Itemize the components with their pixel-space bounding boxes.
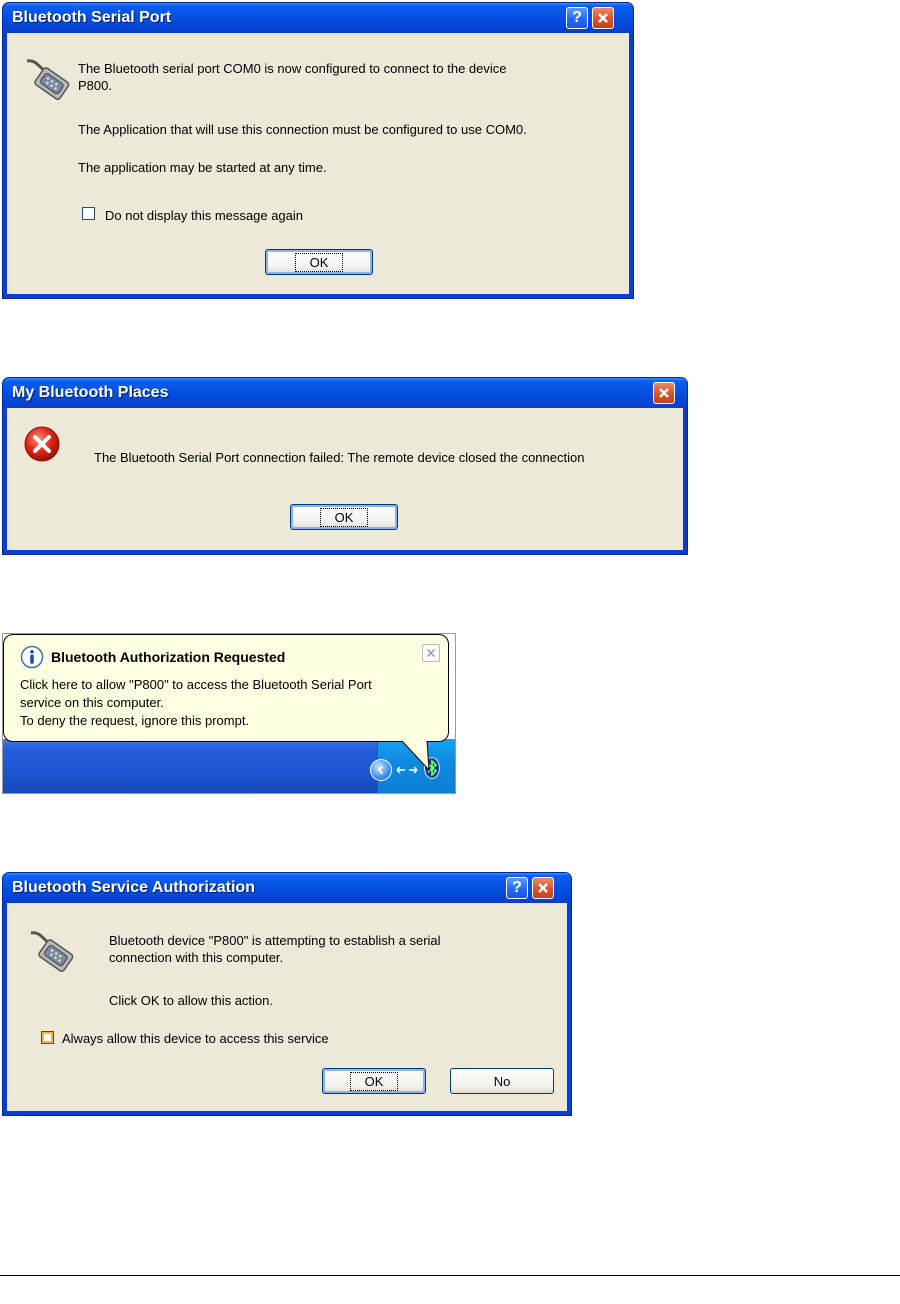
ok-button[interactable]: OK: [290, 504, 398, 530]
page-footer-rule: [0, 1275, 900, 1276]
close-icon: [426, 648, 436, 658]
balloon-title: Bluetooth Authorization Requested: [51, 649, 286, 665]
balloon-line-3: To deny the request, ignore this prompt.: [20, 713, 250, 728]
do-not-display-checkbox[interactable]: [82, 207, 95, 220]
title-bar[interactable]: Bluetooth Service Authorization ?: [3, 873, 571, 903]
notification-area-capture: Bluetooth Authorization Requested Click …: [2, 633, 456, 794]
ok-button-label: OK: [349, 1071, 399, 1091]
chevron-left-icon: [377, 765, 384, 775]
close-button[interactable]: [592, 7, 614, 29]
ok-button-label: OK: [319, 507, 369, 527]
ok-button-label: OK: [294, 252, 344, 272]
always-allow-checkbox[interactable]: [41, 1031, 54, 1044]
balloon-line-1: Click here to allow "P800" to access the…: [20, 677, 372, 692]
title-bar[interactable]: Bluetooth Serial Port ?: [3, 3, 633, 33]
taskbar: [3, 739, 455, 793]
message-line-2: P800.: [78, 78, 112, 93]
help-button[interactable]: ?: [506, 877, 528, 899]
info-icon: [20, 645, 44, 669]
message-line-2: connection with this computer.: [109, 950, 284, 965]
close-icon: [598, 13, 608, 23]
help-button[interactable]: ?: [566, 7, 588, 29]
dialog-title: Bluetooth Service Authorization: [12, 879, 255, 896]
always-allow-label[interactable]: Always allow this device to access this …: [62, 1031, 329, 1046]
balloon-line-2: service on this computer.: [20, 695, 164, 710]
title-bar[interactable]: My Bluetooth Places: [3, 378, 687, 408]
dialog-body: Bluetooth device "P800" is attempting to…: [7, 903, 567, 1111]
error-icon: [24, 426, 60, 462]
ok-button[interactable]: OK: [265, 249, 373, 275]
close-button[interactable]: [653, 382, 675, 404]
close-button[interactable]: [532, 877, 554, 899]
do-not-display-label[interactable]: Do not display this message again: [105, 208, 303, 223]
serial-port-dialog: Bluetooth Serial Port ? The Bluetooth se…: [2, 2, 634, 299]
message-line-3: Click OK to allow this action.: [109, 993, 274, 1008]
no-button[interactable]: No: [450, 1068, 554, 1094]
service-authorization-dialog: Bluetooth Service Authorization ? Blueto…: [2, 872, 572, 1116]
close-icon: [659, 388, 669, 398]
serial-port-icon: [30, 931, 74, 972]
show-hidden-icons-button[interactable]: [370, 759, 392, 781]
balloon-pointer: [401, 738, 430, 772]
message-line-4: The application may be started at any ti…: [78, 160, 327, 175]
dialog-title: My Bluetooth Places: [12, 384, 169, 401]
bluetooth-places-dialog: My Bluetooth Places The Bluetooth Serial…: [2, 377, 688, 555]
ok-button[interactable]: OK: [322, 1068, 426, 1094]
no-button-label: No: [493, 1073, 511, 1089]
dialog-title: Bluetooth Serial Port: [12, 9, 172, 26]
balloon-close-button[interactable]: [422, 644, 440, 662]
authorization-balloon[interactable]: Bluetooth Authorization Requested Click …: [3, 634, 449, 742]
serial-port-icon: [26, 59, 70, 100]
message-line-1: The Bluetooth serial port COM0 is now co…: [78, 61, 507, 76]
message-line-3: The Application that will use this conne…: [78, 122, 527, 137]
close-icon: [538, 883, 548, 893]
error-message: The Bluetooth Serial Port connection fai…: [94, 450, 585, 465]
message-line-1: Bluetooth device "P800" is attempting to…: [109, 933, 441, 948]
dialog-body: The Bluetooth Serial Port connection fai…: [7, 408, 683, 550]
dialog-body: The Bluetooth serial port COM0 is now co…: [7, 33, 629, 294]
